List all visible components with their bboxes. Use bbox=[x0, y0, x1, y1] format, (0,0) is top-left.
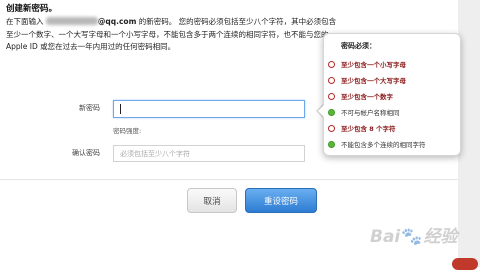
instructions-lead: 在下面输入 bbox=[6, 17, 44, 26]
password-requirements-popover: 密码必须： 至少包含一个小写字母 至少包含一个大写字母 至少包含一个数字 不可与… bbox=[323, 33, 461, 156]
reset-password-button[interactable]: 重设密码 bbox=[245, 188, 317, 213]
confirm-password-input[interactable]: 必须包括至少八个字符 bbox=[113, 145, 305, 162]
watermark: Bai🐾经验 bbox=[370, 222, 457, 247]
requirement-item: 至少包含一个数字 bbox=[328, 88, 458, 104]
requirement-text: 至少包含 8 个字符 bbox=[341, 125, 396, 133]
password-strength-label: 密码强度: bbox=[113, 127, 142, 135]
requirement-text: 至少包含一个数字 bbox=[341, 93, 393, 101]
requirement-status-icon bbox=[328, 124, 335, 132]
text-caret bbox=[120, 104, 121, 114]
requirement-item: 不可与帐户名称相同 bbox=[328, 104, 458, 120]
confirm-password-placeholder: 必须包括至少八个字符 bbox=[120, 149, 190, 158]
requirement-status-icon bbox=[328, 60, 335, 68]
redacted-email-prefix bbox=[45, 17, 98, 25]
divider bbox=[0, 179, 458, 180]
new-password-input[interactable] bbox=[113, 100, 305, 118]
requirement-text: 不能包含多个连续的相同字符 bbox=[341, 141, 426, 149]
confirm-password-label: 确认密码 bbox=[72, 149, 100, 157]
requirement-item: 至少包含一个小写字母 bbox=[328, 56, 458, 72]
requirements-title: 密码必须： bbox=[341, 42, 376, 50]
cancel-button[interactable]: 取消 bbox=[187, 188, 237, 213]
new-password-label: 新密码 bbox=[79, 104, 100, 112]
requirement-item: 至少包含 8 个字符 bbox=[328, 120, 458, 136]
requirement-status-icon bbox=[328, 140, 335, 148]
instructions-text: 在下面输入 @qq.com 的新密码。 您的密码必须包括至少八个字符，其中必须包… bbox=[6, 16, 342, 54]
requirement-status-icon bbox=[328, 108, 335, 116]
popover-arrow-fill bbox=[318, 105, 324, 117]
watermark-text-right: 经验 bbox=[423, 227, 458, 247]
requirement-item: 不能包含多个连续的相同字符 bbox=[328, 136, 458, 152]
requirement-text: 至少包含一个大写字母 bbox=[341, 77, 406, 85]
requirement-text: 不可与帐户名称相同 bbox=[341, 109, 400, 117]
requirements-list: 至少包含一个小写字母 至少包含一个大写字母 至少包含一个数字 不可与帐户名称相同… bbox=[328, 56, 458, 152]
page-title: 创建新密码。 bbox=[6, 4, 58, 14]
paw-icon: 🐾 bbox=[401, 227, 423, 247]
email-domain: @qq.com bbox=[97, 17, 137, 26]
requirement-status-icon bbox=[328, 92, 335, 100]
requirement-text: 至少包含一个小写字母 bbox=[341, 61, 406, 69]
page-side-strip bbox=[458, 0, 480, 267]
watermark-text-left: Bai bbox=[370, 227, 401, 247]
corner-badge bbox=[452, 258, 478, 270]
requirement-status-icon bbox=[328, 76, 335, 84]
requirement-item: 至少包含一个大写字母 bbox=[328, 72, 458, 88]
